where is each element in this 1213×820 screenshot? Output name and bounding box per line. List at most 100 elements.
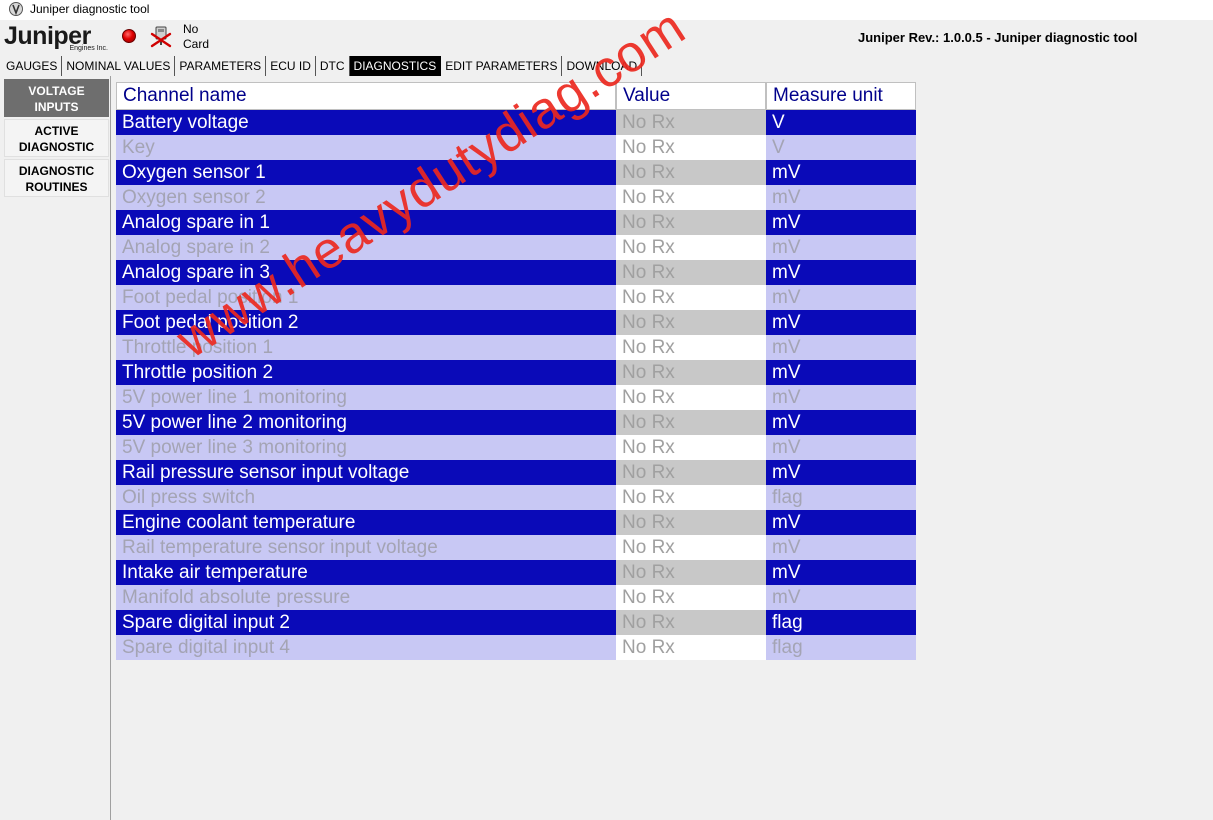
channel-name-cell: Manifold absolute pressure: [116, 585, 616, 610]
channel-name-cell: 5V power line 3 monitoring: [116, 435, 616, 460]
tab-ecu-id[interactable]: ECU ID: [266, 56, 316, 76]
value-cell: No Rx: [616, 260, 766, 285]
tab-nominal-values[interactable]: NOMINAL VALUES: [62, 56, 176, 76]
channel-name-cell: Oxygen sensor 2: [116, 185, 616, 210]
value-cell: No Rx: [616, 185, 766, 210]
table-row[interactable]: Analog spare in 3 No Rx mV: [116, 260, 916, 285]
value-cell: No Rx: [616, 635, 766, 660]
table-row[interactable]: 5V power line 2 monitoring No Rx mV: [116, 410, 916, 435]
table-row[interactable]: Intake air temperature No Rx mV: [116, 560, 916, 585]
table-row[interactable]: Analog spare in 2 No Rx mV: [116, 235, 916, 260]
table-row[interactable]: Rail temperature sensor input voltage No …: [116, 535, 916, 560]
channel-name-cell: Spare digital input 2: [116, 610, 616, 635]
sidebar-item-active-diagnostic[interactable]: ACTIVE DIAGNOSTIC: [4, 119, 109, 157]
tab-download[interactable]: DOWNLOAD: [562, 56, 643, 76]
table-row[interactable]: Oxygen sensor 1 No Rx mV: [116, 160, 916, 185]
value-cell: No Rx: [616, 510, 766, 535]
channel-name-cell: Battery voltage: [116, 110, 616, 135]
column-header-value[interactable]: Value: [616, 82, 766, 110]
revision-label: Juniper Rev.: 1.0.0.5 - Juniper diagnost…: [858, 30, 1138, 45]
value-cell: No Rx: [616, 535, 766, 560]
channel-name-cell: Oil press switch: [116, 485, 616, 510]
channel-name-cell: Spare digital input 4: [116, 635, 616, 660]
channel-name-cell: Analog spare in 2: [116, 235, 616, 260]
column-header-measure-unit[interactable]: Measure unit: [766, 82, 916, 110]
channel-name-cell: Throttle position 1: [116, 335, 616, 360]
measure-unit-cell: mV: [766, 210, 916, 235]
value-cell: No Rx: [616, 160, 766, 185]
sidebar-item-label: ACTIVE: [34, 124, 79, 138]
measure-unit-cell: mV: [766, 410, 916, 435]
table-row[interactable]: 5V power line 3 monitoring No Rx mV: [116, 435, 916, 460]
value-cell: No Rx: [616, 560, 766, 585]
red-status-lamp-icon: [122, 29, 136, 43]
measure-unit-cell: mV: [766, 235, 916, 260]
channel-name-cell: Analog spare in 1: [116, 210, 616, 235]
app-header: Juniper Engines Inc. No Card Juniper Rev…: [0, 20, 1213, 56]
table-row[interactable]: Throttle position 2 No Rx mV: [116, 360, 916, 385]
measure-unit-cell: mV: [766, 385, 916, 410]
channel-name-cell: 5V power line 2 monitoring: [116, 410, 616, 435]
value-cell: No Rx: [616, 360, 766, 385]
table-row[interactable]: 5V power line 1 monitoring No Rx mV: [116, 385, 916, 410]
tab-gauges[interactable]: GAUGES: [2, 56, 63, 76]
channel-name-cell: Rail temperature sensor input voltage: [116, 535, 616, 560]
table-row[interactable]: Oil press switch No Rx flag: [116, 485, 916, 510]
table-row[interactable]: Manifold absolute pressure No Rx mV: [116, 585, 916, 610]
diagnostics-sidebar: VOLTAGE INPUTS ACTIVE DIAGNOSTIC DIAGNOS…: [0, 76, 111, 820]
measure-unit-cell: mV: [766, 285, 916, 310]
value-cell: No Rx: [616, 135, 766, 160]
card-disconnected-icon[interactable]: [149, 25, 173, 49]
measure-unit-cell: flag: [766, 610, 916, 635]
channel-name-cell: Key: [116, 135, 616, 160]
value-cell: No Rx: [616, 385, 766, 410]
measure-unit-cell: flag: [766, 485, 916, 510]
sidebar-item-voltage-inputs[interactable]: VOLTAGE INPUTS: [4, 79, 109, 117]
tab-edit-parameters[interactable]: EDIT PARAMETERS: [441, 56, 563, 76]
table-row[interactable]: Spare digital input 4 No Rx flag: [116, 635, 916, 660]
juniper-app-icon: [9, 2, 23, 16]
tab-diagnostics[interactable]: DIAGNOSTICS: [349, 56, 442, 76]
column-header-channel-name[interactable]: Channel name: [116, 82, 616, 110]
value-cell: No Rx: [616, 410, 766, 435]
table-row[interactable]: Engine coolant temperature No Rx mV: [116, 510, 916, 535]
table-row[interactable]: Battery voltage No Rx V: [116, 110, 916, 135]
measure-unit-cell: mV: [766, 435, 916, 460]
value-cell: No Rx: [616, 435, 766, 460]
table-body: Battery voltage No Rx V Key No Rx V Oxygen sen…: [116, 110, 916, 660]
main-tabs: GAUGES NOMINAL VALUES PARAMETERS ECU ID …: [2, 56, 643, 76]
table-row[interactable]: Throttle position 1 No Rx mV: [116, 335, 916, 360]
channel-name-cell: Throttle position 2: [116, 360, 616, 385]
card-status-text: No Card: [183, 22, 209, 52]
measure-unit-cell: V: [766, 135, 916, 160]
channel-name-cell: Rail pressure sensor input voltage: [116, 460, 616, 485]
value-cell: No Rx: [616, 610, 766, 635]
window-titlebar: Juniper diagnostic tool: [0, 0, 1213, 20]
value-cell: No Rx: [616, 335, 766, 360]
table-header-row: Channel name Value Measure unit: [116, 82, 916, 110]
measure-unit-cell: V: [766, 110, 916, 135]
tab-parameters[interactable]: PARAMETERS: [175, 56, 267, 76]
table-row[interactable]: Oxygen sensor 2 No Rx mV: [116, 185, 916, 210]
sidebar-item-diagnostic-routines[interactable]: DIAGNOSTIC ROUTINES: [4, 159, 109, 197]
value-cell: No Rx: [616, 285, 766, 310]
channel-name-cell: Oxygen sensor 1: [116, 160, 616, 185]
value-cell: No Rx: [616, 485, 766, 510]
sidebar-item-label: DIAGNOSTIC: [18, 140, 95, 154]
channel-name-cell: Foot pedal position 2: [116, 310, 616, 335]
channel-name-cell: Analog spare in 3: [116, 260, 616, 285]
table-row[interactable]: Rail pressure sensor input voltage No Rx m…: [116, 460, 916, 485]
table-row[interactable]: Key No Rx V: [116, 135, 916, 160]
card-status-line1: No: [183, 22, 199, 36]
table-row[interactable]: Analog spare in 1 No Rx mV: [116, 210, 916, 235]
measure-unit-cell: mV: [766, 360, 916, 385]
measure-unit-cell: mV: [766, 185, 916, 210]
table-row[interactable]: Foot pedal position 1 No Rx mV: [116, 285, 916, 310]
tab-dtc[interactable]: DTC: [316, 56, 350, 76]
measure-unit-cell: mV: [766, 310, 916, 335]
table-row[interactable]: Foot pedal position 2 No Rx mV: [116, 310, 916, 335]
voltage-inputs-table: Channel name Value Measure unit Battery …: [116, 82, 916, 660]
channel-name-cell: Intake air temperature: [116, 560, 616, 585]
value-cell: No Rx: [616, 310, 766, 335]
table-row[interactable]: Spare digital input 2 No Rx flag: [116, 610, 916, 635]
